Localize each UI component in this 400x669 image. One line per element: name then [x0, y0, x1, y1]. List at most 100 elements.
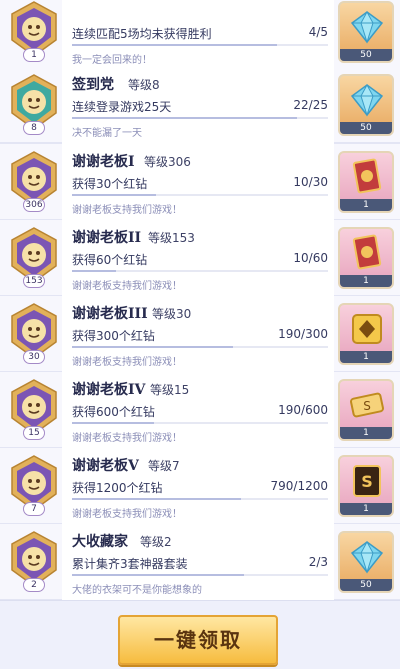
- achievement-desc: 连续匹配5场均未获得胜利: [72, 27, 212, 41]
- achievement-content: 谢谢老板II 等级153 获得60个红钻 10/60 谢谢老板支持我们游戏！: [62, 220, 334, 297]
- reward-count: 50: [340, 579, 392, 591]
- achievement-hint: 大佬的衣架可不是你能想象的: [72, 585, 202, 596]
- achievement-row[interactable]: 30 谢谢老板III 等级30 获得300个红钻 190/300 谢谢老板支持我…: [0, 296, 400, 373]
- achievement-row[interactable]: 2 大收藏家 等级2 累计集齐3套神器套装 2/3 大佬的衣架可不是你能想象的 …: [0, 524, 400, 601]
- badge-level: 7: [23, 502, 45, 516]
- progress-fill: [72, 346, 234, 348]
- achievement-level: 等级7: [148, 459, 180, 473]
- achievement-progress: 10/60: [293, 251, 328, 265]
- achievement-title: 大收藏家: [72, 534, 128, 550]
- achievement-title: 谢谢老板I: [72, 154, 135, 170]
- achievement-desc: 获得300个红钻: [72, 329, 155, 343]
- achievement-progress: 4/5: [308, 25, 328, 39]
- boss-medal-icon: 15: [6, 378, 62, 440]
- progress-fill: [72, 194, 157, 196]
- progress-bar: [72, 346, 328, 348]
- achievement-desc: 累计集齐3套神器套装: [72, 557, 188, 571]
- achievement-title: 谢谢老板V: [72, 458, 139, 474]
- achievement-desc: 获得60个红钻: [72, 253, 148, 267]
- achievement-content: 大收藏家 等级2 累计集齐3套神器套装 2/3 大佬的衣架可不是你能想象的: [62, 524, 334, 601]
- achievement-desc: 获得30个红钻: [72, 177, 148, 191]
- badge-level: 2: [23, 578, 45, 592]
- boss-medal-icon: 153: [6, 226, 62, 288]
- reward-count: 1: [340, 351, 392, 363]
- achievement-content: 签到党 等级8 连续登录游戏25天 22/25 决不能漏了一天: [62, 67, 334, 144]
- achievement-row[interactable]: 8 签到党 等级8 连续登录游戏25天 22/25 决不能漏了一天 50: [0, 67, 400, 144]
- achievement-row[interactable]: 15 谢谢老板IV 等级15 获得600个红钻 190/600 谢谢老板支持我们…: [0, 372, 400, 449]
- achievement-level: 等级15: [150, 383, 190, 397]
- achievement-hint: 谢谢老板支持我们游戏！: [72, 357, 182, 368]
- achievement-hint: 谢谢老板支持我们游戏！: [72, 281, 182, 292]
- boss-medal-icon: 7: [6, 454, 62, 516]
- achievement-content: 谢谢老板I 等级306 获得30个红钻 10/30 谢谢老板支持我们游戏！: [62, 144, 334, 221]
- reward-item[interactable]: 1: [338, 151, 394, 213]
- achievement-content: 谢谢老板III 等级30 获得300个红钻 190/300 谢谢老板支持我们游戏…: [62, 296, 334, 373]
- achievement-level: 等级153: [148, 231, 195, 245]
- reward-item[interactable]: 50: [338, 74, 394, 136]
- achievement-level: 等级2: [140, 535, 172, 549]
- progress-fill: [72, 117, 298, 119]
- reward-count: 1: [340, 199, 392, 211]
- svg-text:S: S: [361, 472, 373, 491]
- reward-count: 1: [340, 427, 392, 439]
- badge-level: 8: [23, 121, 45, 135]
- progress-bar: [72, 44, 328, 46]
- achievement-progress: 190/300: [278, 327, 328, 341]
- progress-bar: [72, 117, 328, 119]
- achievement-progress: 22/25: [293, 98, 328, 112]
- reward-item[interactable]: 50: [338, 1, 394, 63]
- achievement-title: 谢谢老板III: [72, 306, 148, 322]
- calendar-medal-icon: 8: [6, 73, 62, 135]
- achievement-desc: 获得600个红钻: [72, 405, 155, 419]
- achievement-row[interactable]: 153 谢谢老板II 等级153 获得60个红钻 10/60 谢谢老板支持我们游…: [0, 220, 400, 297]
- progress-fill: [72, 270, 116, 272]
- shield-medal-icon: 1: [6, 0, 62, 62]
- achievement-progress: 190/600: [278, 403, 328, 417]
- achievement-hint: 我一定会回来的！: [72, 55, 152, 66]
- footer: 一键领取: [0, 600, 400, 669]
- achievement-desc: 获得1200个红钻: [72, 481, 163, 495]
- achievement-progress: 2/3: [308, 555, 328, 569]
- reward-item[interactable]: 1: [338, 303, 394, 365]
- reward-item[interactable]: S 1: [338, 455, 394, 517]
- achievement-level: 等级30: [152, 307, 192, 321]
- achievement-content: 谢谢老板V 等级7 获得1200个红钻 790/1200 谢谢老板支持我们游戏！: [62, 448, 334, 525]
- reward-item[interactable]: S 1: [338, 379, 394, 441]
- achievement-row[interactable]: 306 谢谢老板I 等级306 获得30个红钻 10/30 谢谢老板支持我们游戏…: [0, 144, 400, 221]
- reward-item[interactable]: 1: [338, 227, 394, 289]
- achievement-title: 谢谢老板II: [72, 230, 142, 246]
- achievement-progress: 790/1200: [270, 479, 329, 493]
- achievement-content: 谢谢老板IV 等级15 获得600个红钻 190/600 谢谢老板支持我们游戏！: [62, 372, 334, 449]
- achievement-hint: 决不能漏了一天: [72, 128, 142, 139]
- achievement-title: 签到党: [72, 77, 114, 93]
- progress-fill: [72, 498, 241, 500]
- progress-bar: [72, 270, 328, 272]
- achievement-hint: 谢谢老板支持我们游戏！: [72, 433, 182, 444]
- achievement-row[interactable]: 1 连续匹配5场均未获得胜利 4/5 我一定会回来的！ 50: [0, 0, 400, 71]
- svg-text:S: S: [363, 399, 371, 413]
- achievement-hint: 谢谢老板支持我们游戏！: [72, 509, 182, 520]
- progress-bar: [72, 194, 328, 196]
- progress-fill: [72, 422, 154, 424]
- boss-medal-icon: 306: [6, 150, 62, 212]
- reward-count: 1: [340, 275, 392, 287]
- achievement-level: 等级8: [128, 78, 160, 92]
- progress-bar: [72, 574, 328, 576]
- achievement-title: 谢谢老板IV: [72, 382, 146, 398]
- claim-all-button[interactable]: 一键领取: [118, 615, 278, 665]
- boss-medal-icon: 30: [6, 302, 62, 364]
- achievement-level: 等级306: [144, 155, 191, 169]
- badge-level: 15: [23, 426, 45, 440]
- progress-bar: [72, 422, 328, 424]
- collector-medal-icon: 2: [6, 530, 62, 592]
- progress-fill: [72, 574, 244, 576]
- achievement-content: 连续匹配5场均未获得胜利 4/5 我一定会回来的！: [62, 0, 334, 71]
- achievement-row[interactable]: 7 谢谢老板V 等级7 获得1200个红钻 790/1200 谢谢老板支持我们游…: [0, 448, 400, 525]
- badge-level: 1: [23, 48, 45, 62]
- achievement-progress: 10/30: [293, 175, 328, 189]
- badge-level: 306: [23, 198, 45, 212]
- reward-count: 50: [340, 49, 392, 61]
- badge-level: 153: [23, 274, 45, 288]
- reward-item[interactable]: 50: [338, 531, 394, 593]
- achievement-desc: 连续登录游戏25天: [72, 100, 172, 114]
